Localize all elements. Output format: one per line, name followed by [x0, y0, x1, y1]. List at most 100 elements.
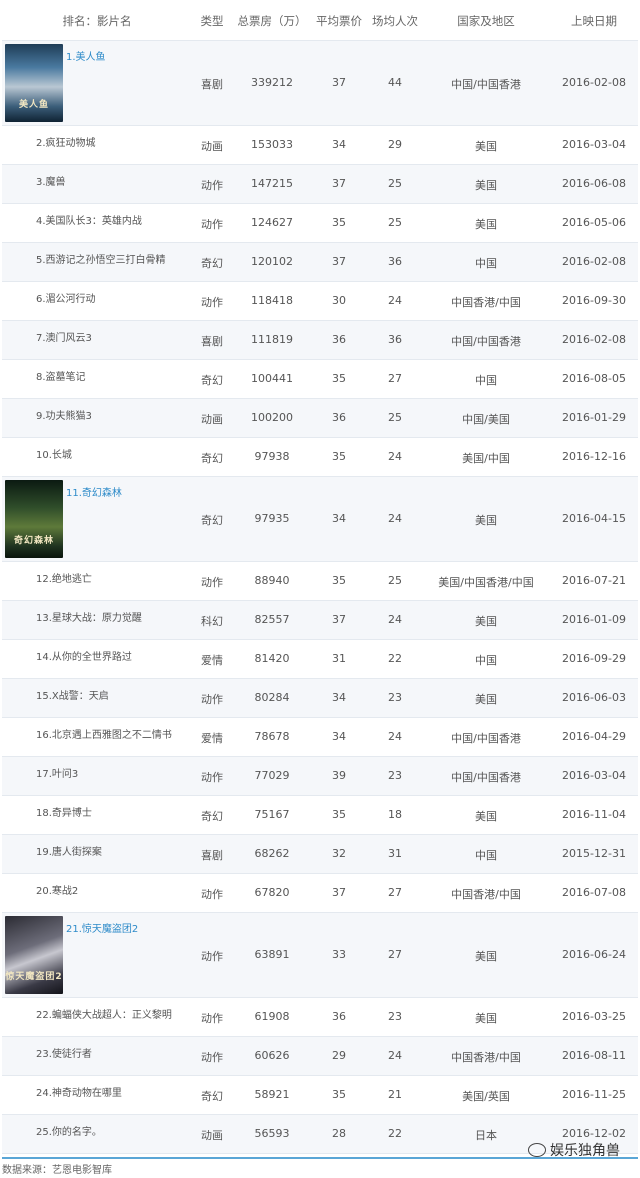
region-value: 美国 [475, 1012, 497, 1025]
region-value: 中国香港/中国 [451, 1051, 521, 1064]
header-avg-audience: 场均人次 [372, 14, 418, 28]
release-date-value: 2016-09-30 [562, 294, 626, 307]
table-row: 8.盗墓笔记 奇幻 100441 35 27 中国 2016-08-05 [2, 360, 638, 399]
release-date-value: 2016-12-02 [562, 1127, 626, 1140]
data-source: 数据来源：艺恩电影智库 [2, 1165, 112, 1176]
box-office-value: 147215 [251, 177, 293, 190]
box-office-value: 339212 [251, 76, 293, 89]
movie-title: 4.美国队长3：英雄内战 [36, 216, 142, 227]
movie-title[interactable]: 21.惊天魔盗团2 [66, 920, 138, 935]
movie-title: 16.北京遇上西雅图之不二情书 [36, 730, 172, 741]
movie-type: 喜剧 [201, 78, 223, 91]
release-date-value: 2016-03-25 [562, 1010, 626, 1023]
movie-type: 动作 [201, 950, 223, 963]
table-header: 排名：影片名 类型 总票房（万） 平均票价 场均人次 国家及地区 上映日期 [2, 0, 638, 41]
table-row: 12.绝地逃亡 动作 88940 35 25 美国/中国香港/中国 2016-07-21 [2, 562, 638, 601]
release-date-value: 2016-08-11 [562, 1049, 626, 1062]
table-row: 22.蝙蝠侠大战超人：正义黎明 动作 61908 36 23 美国 2016-03-25 [2, 998, 638, 1037]
region-value: 美国 [475, 514, 497, 527]
region-value: 美国 [475, 218, 497, 231]
release-date-value: 2016-07-08 [562, 886, 626, 899]
region-value: 中国/中国香港 [451, 78, 521, 91]
avg-price-value: 35 [332, 808, 346, 821]
table-row: 惊天魔盗团2 21.惊天魔盗团2 动作 63891 33 27 美国 2016-06-24 [2, 913, 638, 998]
box-office-value: 67820 [254, 886, 290, 899]
table-row: 9.功夫熊猫3 动画 100200 36 25 中国/美国 2016-01-29 [2, 399, 638, 438]
header-box-office: 总票房（万） [237, 14, 307, 28]
region-value: 美国/中国香港/中国 [438, 576, 534, 589]
movie-type: 动画 [201, 1129, 223, 1142]
avg-audience-value: 23 [388, 691, 402, 704]
avg-audience-value: 27 [388, 948, 402, 961]
avg-price-value: 28 [332, 1127, 346, 1140]
release-date-value: 2016-01-29 [562, 411, 626, 424]
header-release-date: 上映日期 [571, 14, 617, 28]
avg-price-value: 35 [332, 574, 346, 587]
avg-price-value: 34 [332, 512, 346, 525]
avg-audience-value: 24 [388, 512, 402, 525]
avg-price-value: 34 [332, 730, 346, 743]
box-office-value: 80284 [254, 691, 290, 704]
region-value: 美国/中国 [462, 452, 510, 465]
movie-title: 18.奇异博士 [36, 808, 92, 819]
release-date-value: 2016-09-29 [562, 652, 626, 665]
box-office-value: 97938 [254, 450, 290, 463]
box-office-value: 120102 [251, 255, 293, 268]
region-value: 中国 [475, 849, 497, 862]
avg-audience-value: 23 [388, 769, 402, 782]
movie-title: 19.唐人街探案 [36, 847, 102, 858]
region-value: 美国 [475, 950, 497, 963]
movie-type: 动画 [201, 140, 223, 153]
poster-title: 美人鱼 [18, 100, 49, 110]
movie-type: 爱情 [201, 732, 223, 745]
box-office-value: 56593 [254, 1127, 290, 1140]
movie-title: 23.使徒行者 [36, 1049, 92, 1060]
header-name: 排名：影片名 [62, 14, 132, 28]
table-row: 14.从你的全世界路过 爱情 81420 31 22 中国 2016-09-29 [2, 640, 638, 679]
avg-price-value: 32 [332, 847, 346, 860]
release-date-value: 2016-06-03 [562, 691, 626, 704]
release-date-value: 2016-11-25 [562, 1088, 626, 1101]
table-row: 23.使徒行者 动作 60626 29 24 中国香港/中国 2016-08-11 [2, 1037, 638, 1076]
region-value: 中国/美国 [462, 413, 510, 426]
release-date-value: 2016-06-24 [562, 948, 626, 961]
avg-audience-value: 25 [388, 216, 402, 229]
release-date-value: 2016-03-04 [562, 769, 626, 782]
movie-type: 奇幻 [201, 452, 223, 465]
region-value: 中国/中国香港 [451, 335, 521, 348]
box-office-table: 排名：影片名 类型 总票房（万） 平均票价 场均人次 国家及地区 上映日期 美人… [2, 0, 638, 1154]
region-value: 中国/中国香港 [451, 771, 521, 784]
movie-title[interactable]: 1.美人鱼 [66, 48, 106, 63]
box-office-value: 82557 [254, 613, 290, 626]
table-row: 20.寒战2 动作 67820 37 27 中国香港/中国 2016-07-08 [2, 874, 638, 913]
movie-title[interactable]: 11.奇幻森林 [66, 484, 122, 499]
table-row: 2.疯狂动物城 动画 153033 34 29 美国 2016-03-04 [2, 126, 638, 165]
table-row: 19.唐人街探案 喜剧 68262 32 31 中国 2015-12-31 [2, 835, 638, 874]
movie-title: 13.星球大战：原力觉醒 [36, 613, 142, 624]
movie-title: 2.疯狂动物城 [36, 138, 96, 149]
avg-audience-value: 22 [388, 1127, 402, 1140]
region-value: 中国/中国香港 [451, 732, 521, 745]
movie-type: 奇幻 [201, 1090, 223, 1103]
movie-type: 动作 [201, 771, 223, 784]
movie-title: 9.功夫熊猫3 [36, 411, 92, 422]
avg-price-value: 36 [332, 1010, 346, 1023]
avg-audience-value: 24 [388, 294, 402, 307]
box-office-value: 75167 [254, 808, 290, 821]
table-row: 15.X战警：天启 动作 80284 34 23 美国 2016-06-03 [2, 679, 638, 718]
movie-title: 15.X战警：天启 [36, 691, 109, 702]
movie-title: 7.澳门风云3 [36, 333, 92, 344]
avg-audience-value: 36 [388, 255, 402, 268]
region-value: 美国 [475, 615, 497, 628]
table-row: 24.神奇动物在哪里 奇幻 58921 35 21 美国/英国 2016-11-25 [2, 1076, 638, 1115]
movie-type: 动作 [201, 576, 223, 589]
avg-price-value: 39 [332, 769, 346, 782]
box-office-value: 100441 [251, 372, 293, 385]
avg-price-value: 37 [332, 886, 346, 899]
release-date-value: 2016-02-08 [562, 76, 626, 89]
region-value: 中国 [475, 654, 497, 667]
movie-title: 20.寒战2 [36, 886, 79, 897]
movie-title: 8.盗墓笔记 [36, 372, 86, 383]
release-date-value: 2016-02-08 [562, 333, 626, 346]
movie-type: 动画 [201, 413, 223, 426]
